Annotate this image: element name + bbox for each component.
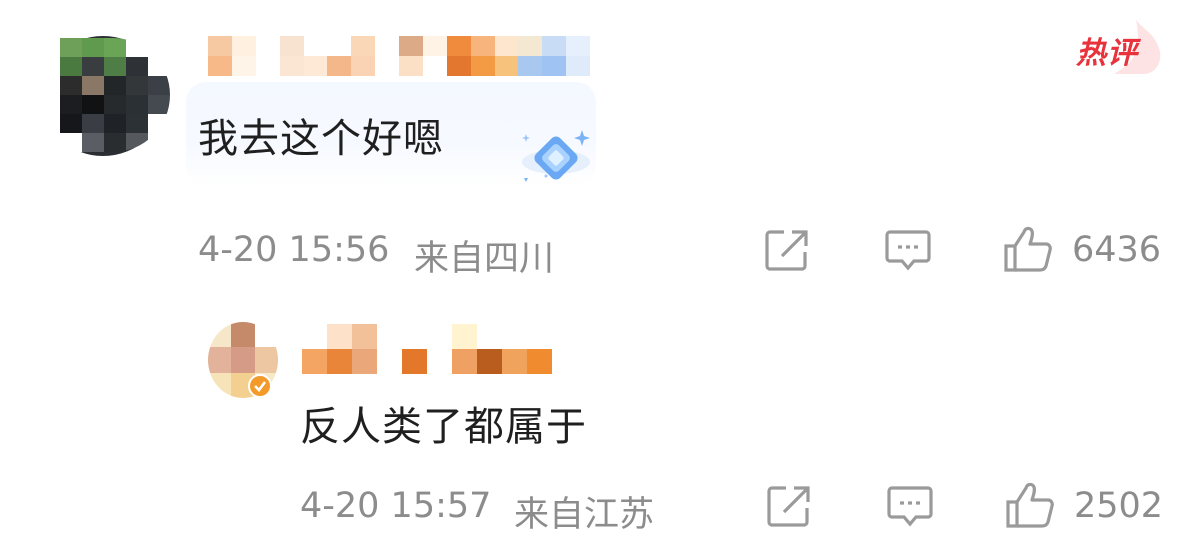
comment-icon[interactable] bbox=[884, 228, 932, 274]
diamond-sticker-icon bbox=[522, 130, 590, 182]
like-count: 2502 bbox=[1074, 486, 1164, 526]
thumbs-up-icon[interactable] bbox=[1002, 224, 1054, 274]
avatar-mosaic bbox=[38, 38, 170, 152]
thumbs-up-icon[interactable] bbox=[1004, 480, 1056, 530]
comment-timestamp: 4-20 15:56 bbox=[198, 230, 390, 270]
verified-badge-icon bbox=[248, 374, 272, 398]
comment-text[interactable]: 反人类了都属于 bbox=[300, 394, 587, 452]
comment-icon[interactable] bbox=[886, 484, 934, 530]
username-mosaic[interactable] bbox=[208, 36, 590, 76]
comment-timestamp: 4-20 15:57 bbox=[300, 486, 492, 526]
share-icon[interactable] bbox=[766, 484, 814, 528]
comment-text[interactable]: 我去这个好嗯 bbox=[198, 106, 444, 164]
like-count: 6436 bbox=[1072, 230, 1162, 270]
share-icon[interactable] bbox=[764, 228, 812, 272]
comment-location: 来自江苏 bbox=[514, 495, 655, 535]
username-mosaic[interactable] bbox=[302, 324, 552, 374]
hot-comment-label: 热评 bbox=[1076, 36, 1138, 71]
comment-location: 来自四川 bbox=[414, 239, 555, 279]
